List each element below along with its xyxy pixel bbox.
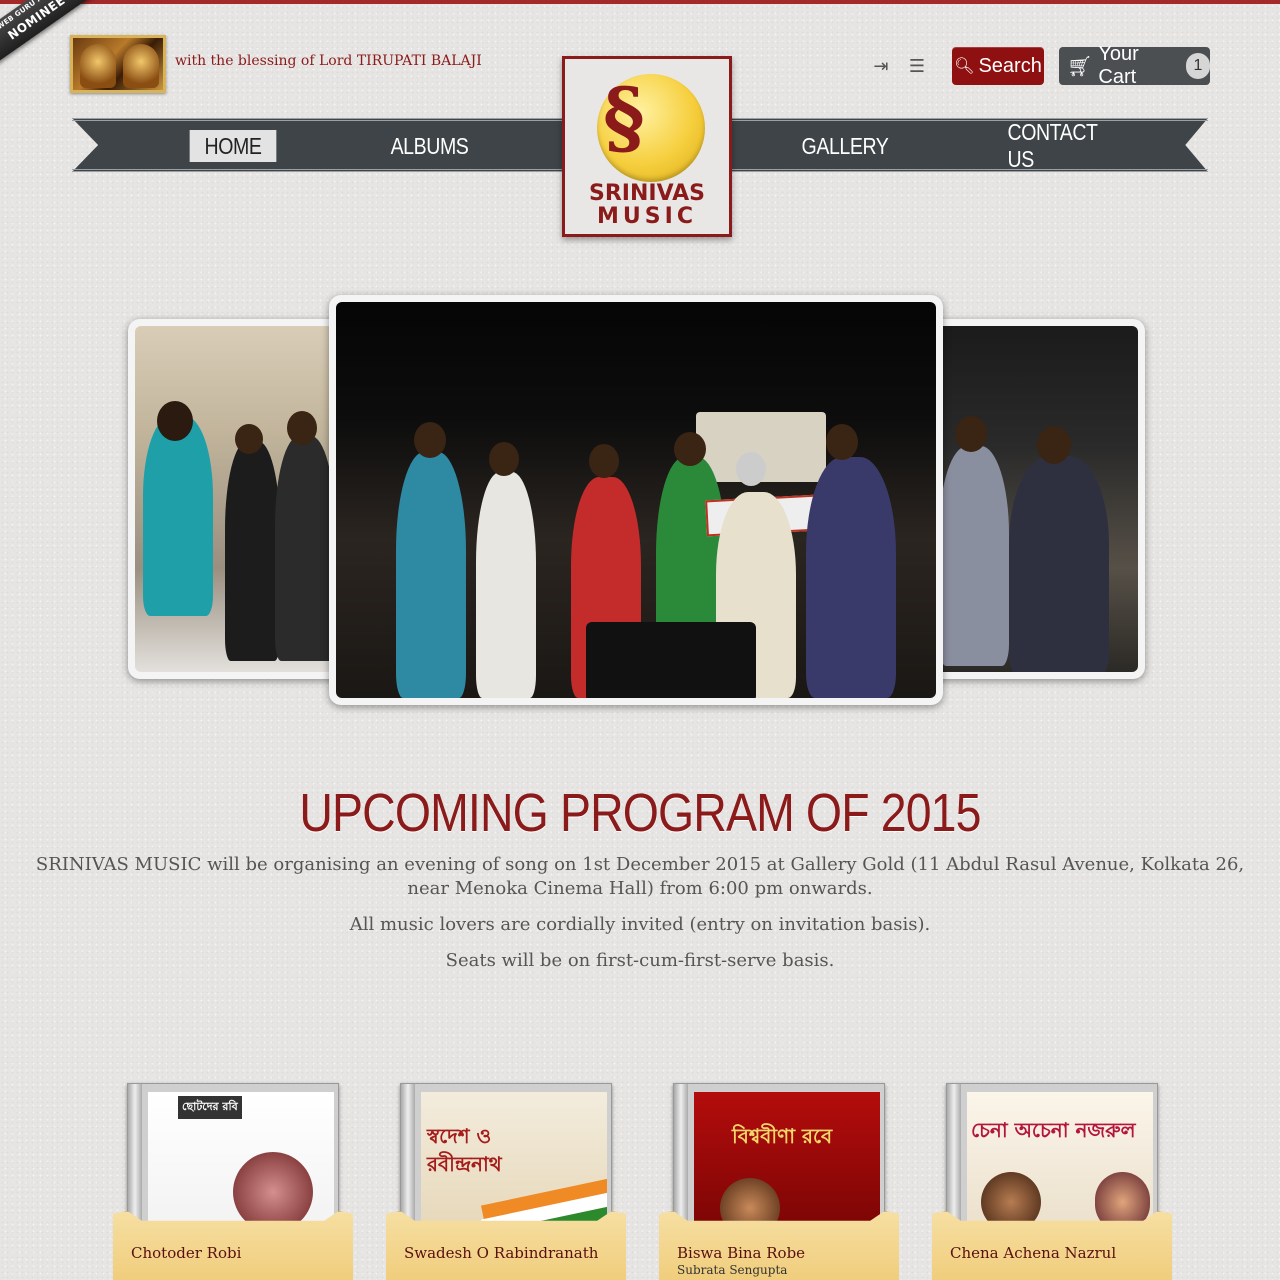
- carousel-slide-next[interactable]: [912, 319, 1145, 679]
- album-name[interactable]: Chena Achena Nazrul: [950, 1244, 1116, 1262]
- program-text-3: Seats will be on first-cum-first-serve b…: [445, 950, 835, 971]
- search-label: Search: [978, 54, 1042, 77]
- award-status: NOMINEE: [5, 0, 68, 43]
- album-cover-title: বিশ্ববীণা রবে: [732, 1124, 833, 1148]
- program-title: UPCOMING PROGRAM OF 2015: [299, 783, 981, 843]
- album-card[interactable]: চেনা অচেনা নজরুল Chena Achena Nazrul: [932, 1083, 1172, 1280]
- blessing-text: with the blessing of Lord TIRUPATI BALAJ…: [175, 53, 482, 69]
- cart-icon: 🛒︎: [1067, 55, 1093, 78]
- album-name[interactable]: Biswa Bina Robe: [677, 1244, 805, 1262]
- cart-count-badge: 1: [1185, 53, 1210, 79]
- nav-home[interactable]: HOME: [189, 130, 277, 162]
- logo-swirl-icon: §: [603, 70, 645, 164]
- balaji-image: [70, 35, 166, 93]
- search-icon: 🔍︎: [954, 58, 975, 75]
- album-card[interactable]: স্বদেশ ও রবীন্দ্রনাথ Swadesh O Rabindran…: [386, 1083, 626, 1280]
- album-cover-title: চেনা অচেনা নজরুল: [971, 1118, 1136, 1142]
- nav-albums[interactable]: ALBUMS: [381, 130, 479, 162]
- cart-button[interactable]: 🛒︎ Your Cart 1: [1059, 43, 1210, 88]
- search-button[interactable]: 🔍︎ Search: [952, 47, 1044, 85]
- album-cover-title: স্বদেশ ও রবীন্দ্রনাথ: [427, 1124, 502, 1176]
- award-logo-icon: [0, 44, 1, 64]
- carousel-slide-active[interactable]: [329, 295, 943, 705]
- program-text-1b: near Menoka Cinema Hall) from 6:00 pm on…: [407, 878, 873, 899]
- cart-label: Your Cart: [1098, 43, 1139, 88]
- album-card[interactable]: ছোটদের রবি Chotoder Robi: [113, 1083, 353, 1280]
- register-icon[interactable]: ☰: [906, 56, 928, 78]
- album-card[interactable]: বিশ্ববীণা রবে Biswa Bina Robe Subrata Se…: [659, 1083, 899, 1280]
- login-icon[interactable]: ⇥: [870, 56, 892, 78]
- album-name[interactable]: Swadesh O Rabindranath: [404, 1244, 598, 1262]
- carousel-slide-prev[interactable]: [128, 319, 358, 679]
- album-cover-title: ছোটদের রবি: [178, 1096, 242, 1119]
- logo-line2: MUSIC: [597, 204, 697, 229]
- album-artist: Subrata Sengupta: [677, 1263, 788, 1277]
- program-text-2: All music lovers are cordially invited (…: [349, 914, 931, 935]
- program-text-1a: SRINIVAS MUSIC will be organising an eve…: [35, 854, 1245, 875]
- program-text-1: SRINIVAS MUSIC will be organising an eve…: [0, 853, 1280, 901]
- logo-line1: SRINIVAS: [589, 181, 705, 206]
- nav-contact-us[interactable]: CONTACT US: [1008, 119, 1127, 172]
- top-accent-line: [0, 0, 1280, 4]
- album-name[interactable]: Chotoder Robi: [131, 1244, 241, 1262]
- nav-gallery[interactable]: GALLERY: [798, 130, 892, 162]
- srinivas-music-logo[interactable]: § SRINIVAS MUSIC: [562, 56, 732, 237]
